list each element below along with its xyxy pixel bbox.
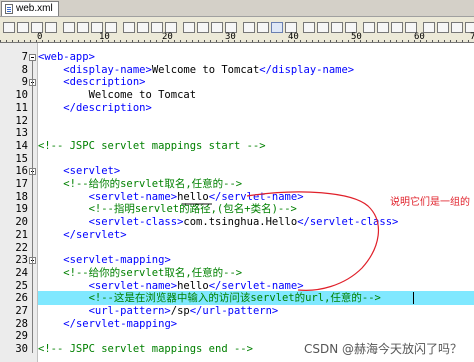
annotation-drawing xyxy=(182,191,380,291)
text-caret xyxy=(413,292,414,305)
annotation-bracket xyxy=(246,191,380,291)
